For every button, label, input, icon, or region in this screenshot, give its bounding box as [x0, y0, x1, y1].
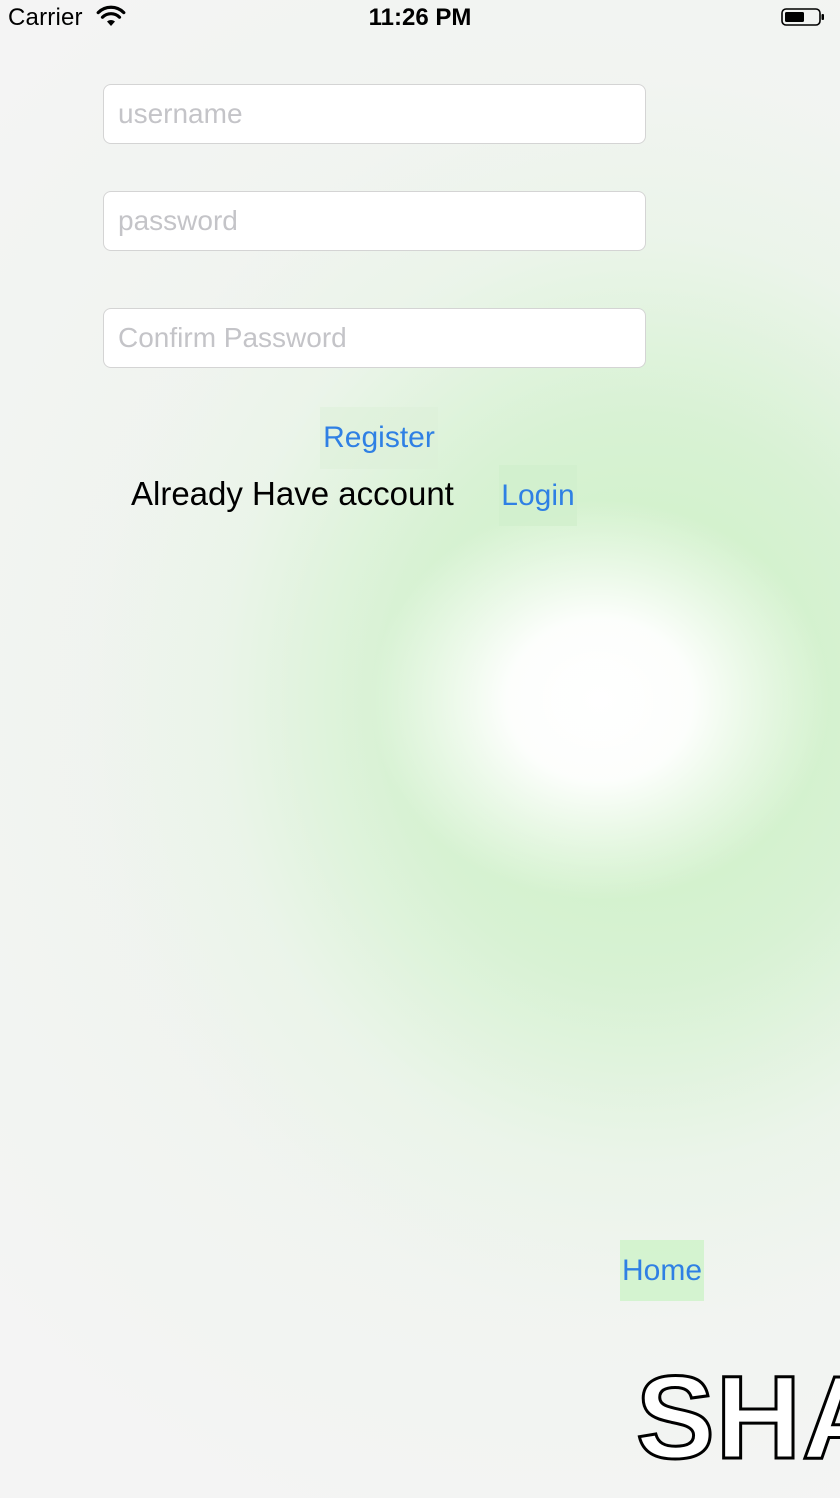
register-button[interactable]: Register — [320, 407, 438, 469]
login-button-label: Login — [501, 478, 575, 512]
already-have-account-label: Already Have account — [131, 475, 454, 512]
login-button[interactable]: Login — [499, 465, 577, 526]
confirm-password-field[interactable] — [103, 308, 646, 368]
status-time: 11:26 PM — [368, 4, 472, 31]
password-field[interactable] — [103, 191, 646, 251]
username-field[interactable] — [103, 84, 646, 144]
watermark-logo: SHA — [634, 1358, 840, 1478]
watermark-text: SHA — [634, 1358, 840, 1478]
home-button-label: Home — [621, 1253, 703, 1287]
confirm-password-input[interactable] — [104, 309, 645, 367]
username-input[interactable] — [104, 85, 645, 143]
status-bar: Carrier 11:26 PM — [0, 0, 840, 36]
register-button-label: Register — [323, 421, 435, 454]
password-input[interactable] — [104, 192, 645, 250]
home-button[interactable]: Home — [620, 1240, 704, 1301]
battery-icon — [781, 8, 824, 26]
